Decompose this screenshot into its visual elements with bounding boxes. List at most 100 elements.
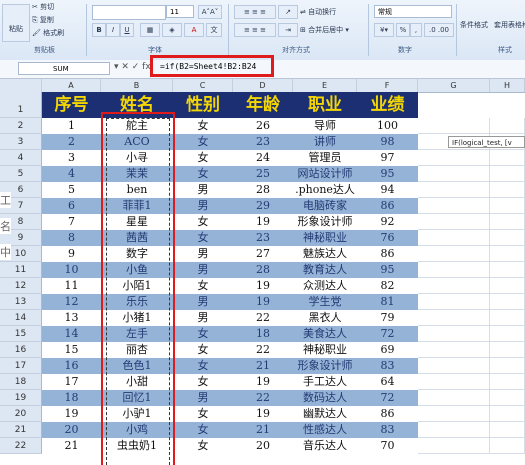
table-cell[interactable]: 管理员 [293,150,357,166]
decimal-button[interactable]: .0 .00 [424,23,454,37]
table-cell[interactable]: 82 [357,278,418,294]
table-cell[interactable]: 手工达人 [293,374,357,390]
empty-cell[interactable] [490,326,525,342]
table-cell[interactable]: 100 [357,118,418,134]
table-cell[interactable]: 20 [233,438,293,454]
table-cell[interactable]: 性感达人 [293,422,357,438]
empty-cell[interactable] [490,390,525,406]
font-size-field[interactable]: 11 [166,5,194,18]
row-header[interactable]: 14 [0,310,42,326]
currency-button[interactable]: ¥▾ [374,23,394,37]
table-cell[interactable]: 6 [42,198,101,214]
empty-cell[interactable] [490,182,525,198]
table-cell[interactable]: 电脑砖家 [293,198,357,214]
empty-cell[interactable] [490,214,525,230]
borders-button[interactable]: ▦ [140,23,160,37]
empty-cell[interactable] [418,262,490,278]
empty-cell[interactable] [418,422,490,438]
indent-button[interactable]: ⇥ [278,23,298,37]
table-cell[interactable]: 形象设计师 [293,214,357,230]
table-cell[interactable]: 数码达人 [293,390,357,406]
header-cell[interactable]: 性别 [173,92,233,118]
table-cell[interactable]: 教育达人 [293,262,357,278]
table-cell[interactable]: 10 [42,262,101,278]
row-header[interactable]: 1 [0,92,42,118]
row-header[interactable]: 5 [0,166,42,182]
grow-font-button[interactable]: A˄A˅ [198,5,222,19]
row-header[interactable]: 18 [0,374,42,390]
table-cell[interactable]: 众测达人 [293,278,357,294]
table-cell[interactable]: 9 [42,246,101,262]
table-cell[interactable]: 83 [357,422,418,438]
column-header-G[interactable]: G [418,79,490,92]
table-cell[interactable]: 男 [173,262,233,278]
paste-button[interactable]: 粘贴 [2,4,30,42]
empty-cell[interactable] [490,166,525,182]
table-cell[interactable]: 男 [173,182,233,198]
table-cell[interactable]: 女 [173,406,233,422]
empty-cell[interactable] [418,358,490,374]
table-cell[interactable]: 女 [173,358,233,374]
table-cell[interactable]: 97 [357,150,418,166]
table-cell[interactable]: 27 [233,246,293,262]
table-cell[interactable]: 81 [357,294,418,310]
empty-cell[interactable] [490,310,525,326]
row-header[interactable]: 17 [0,358,42,374]
row-header[interactable]: 22 [0,438,42,454]
align-left-button[interactable]: ≡ ≡ ≡ [234,23,276,37]
empty-cell[interactable] [490,422,525,438]
formula-buttons[interactable]: ▾ ✕ ✓ fx [114,62,151,72]
bold-button[interactable]: B [92,23,106,37]
column-header-C[interactable]: C [173,79,233,92]
fill-color-button[interactable]: ◈ [162,23,182,37]
row-header[interactable]: 3 [0,134,42,150]
name-box[interactable]: SUM [18,62,110,75]
table-cell[interactable]: 72 [357,326,418,342]
table-cell[interactable]: 女 [173,118,233,134]
empty-cell[interactable] [418,342,490,358]
table-cell[interactable]: 94 [357,182,418,198]
table-cell[interactable]: 女 [173,134,233,150]
table-cell[interactable]: 86 [357,406,418,422]
empty-cell[interactable] [418,406,490,422]
underline-button[interactable]: U [120,23,134,37]
empty-cell[interactable] [490,230,525,246]
phonetic-button[interactable]: 文 [206,23,222,37]
table-cell[interactable]: 19 [233,406,293,422]
cut-button[interactable]: ✂ 剪切 [32,2,54,12]
font-name-field[interactable] [92,5,166,20]
table-cell[interactable]: 魅族达人 [293,246,357,262]
table-cell[interactable]: 男 [173,310,233,326]
table-cell[interactable]: 19 [233,374,293,390]
table-cell[interactable]: 7 [42,214,101,230]
table-cell[interactable]: 18 [42,390,101,406]
italic-button[interactable]: I [106,23,120,37]
table-cell[interactable]: 导师 [293,118,357,134]
table-cell[interactable]: 男 [173,390,233,406]
table-cell[interactable]: 28 [233,182,293,198]
table-cell[interactable]: 98 [357,134,418,150]
format-painter-button[interactable]: 🖌 格式刷 [32,28,64,38]
row-header[interactable]: 12 [0,278,42,294]
table-cell[interactable]: 神秘职业 [293,342,357,358]
table-cell[interactable]: 女 [173,326,233,342]
empty-cell[interactable] [418,438,490,454]
select-all-corner[interactable] [0,79,42,92]
table-cell[interactable]: 29 [233,198,293,214]
empty-cell[interactable] [490,358,525,374]
wrap-text-button[interactable]: ⇌ 自动换行 [300,7,336,17]
column-header-E[interactable]: E [293,79,357,92]
table-cell[interactable]: 17 [42,374,101,390]
table-cell[interactable]: 18 [233,326,293,342]
table-cell[interactable]: 19 [42,406,101,422]
empty-cell[interactable] [490,246,525,262]
table-cell[interactable]: 79 [357,310,418,326]
number-format-dropdown[interactable]: 常规 [374,5,452,18]
table-cell[interactable]: 12 [42,294,101,310]
empty-cell[interactable] [418,198,490,214]
empty-cell[interactable] [490,278,525,294]
row-header[interactable]: 4 [0,150,42,166]
empty-cell[interactable] [418,246,490,262]
table-cell[interactable]: 女 [173,230,233,246]
table-cell[interactable]: 1 [42,118,101,134]
